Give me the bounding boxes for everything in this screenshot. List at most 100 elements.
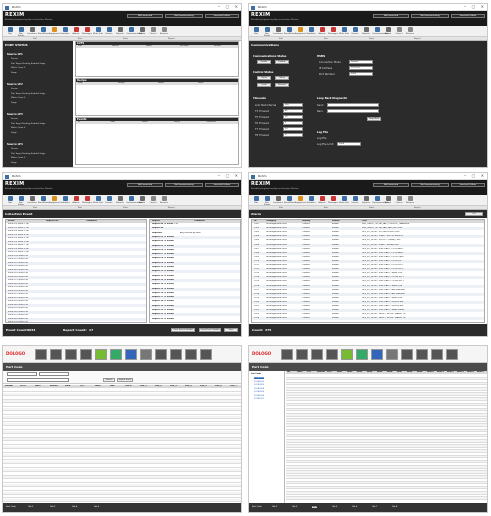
column-header[interactable]: BIN10	[427, 371, 434, 374]
report-row[interactable]: Report 03 (1 Event)	[150, 235, 240, 239]
column-header[interactable]: BIN9	[417, 371, 422, 374]
alarm-row[interactable]: 1001 Uncategorized/Other Cleared Enable PRE_…	[252, 223, 484, 226]
toolbar-communications-button[interactable]: Communications	[126, 27, 143, 36]
report-row[interactable]: Report 12 (1 Event)	[150, 274, 240, 278]
conn-mode-field[interactable]: Passive	[349, 60, 373, 64]
toolbar-locations-button[interactable]: Locations	[273, 27, 283, 36]
toolbar-alarms-button[interactable]: Alarms	[317, 27, 327, 36]
report-row[interactable]: Report 22 (1 Event)	[150, 317, 240, 321]
table-row[interactable]	[3, 430, 241, 434]
toolbar-icon[interactable]	[446, 349, 458, 360]
toolbar-slot-button[interactable]: Slot	[5, 27, 15, 36]
table-row[interactable]	[3, 427, 241, 430]
toolbar-icon[interactable]	[140, 349, 152, 360]
timeout-field[interactable]: 10	[283, 115, 303, 119]
table-row[interactable]	[3, 404, 241, 408]
toolbar-reports-button[interactable]: Reports	[361, 196, 371, 205]
column-header[interactable]: BIN4	[367, 371, 372, 374]
toolbar-run-status-button[interactable]: Run Status	[16, 27, 26, 37]
local-button[interactable]: Local	[257, 83, 271, 87]
alarm-row[interactable]: 1007 Uncategorized/Other Cleared Enable UPS_…	[252, 247, 484, 251]
filter-field-2[interactable]	[39, 372, 69, 376]
toolbar-write-info-button[interactable]: Write Info	[339, 196, 349, 205]
alarm-row[interactable]: 1022 Uncategorized/Other Cleared Enable UPS_…	[252, 309, 484, 313]
report-row[interactable]: Report 14 (1 Event)	[150, 283, 240, 287]
toolbar-remove-button[interactable]: Remove	[405, 27, 415, 36]
report-row[interactable]: Report 20 (1 Event)	[150, 309, 240, 312]
toolbar-icon[interactable]	[326, 349, 338, 360]
alarm-row[interactable]: 1012 Uncategorized/Other Cleared Enable UPS_…	[252, 268, 484, 272]
table-row[interactable]	[3, 480, 241, 484]
column-header[interactable]: PM Data	[180, 45, 188, 48]
column-header[interactable]: SITE	[327, 371, 332, 374]
offline-button[interactable]: Offline	[275, 76, 289, 80]
tree-panel[interactable]: Lot Code 20180101 20180102 20180103 20180104…	[249, 371, 285, 503]
ip-field[interactable]: 127.0.0.1	[349, 66, 373, 70]
alarm-row[interactable]: 1014 Uncategorized/Other Cleared Enable UPS_…	[252, 276, 484, 280]
toolbar-runs-dates-button[interactable]: Runs/Dates	[38, 27, 49, 36]
table-row[interactable]	[3, 495, 241, 499]
column-header[interactable]: BIN2	[347, 371, 352, 374]
bottom-tab[interactable]: Tab 3	[292, 506, 297, 508]
column-header[interactable]: PRE_3	[170, 385, 177, 388]
bottom-tab[interactable]: Tab 6	[352, 506, 357, 508]
column-header[interactable]: PRE_2	[155, 385, 162, 388]
window-controls[interactable]: ‒ ▢ ✕	[218, 4, 240, 10]
send-field[interactable]	[327, 103, 379, 107]
table-row[interactable]	[3, 468, 241, 472]
bottom-tab[interactable]: Tab 2	[28, 506, 33, 508]
report-row[interactable]: Report 08 (1 Event)	[150, 257, 240, 261]
column-header[interactable]: BIN15	[477, 371, 484, 374]
toolbar-alarms-button[interactable]: Alarms	[71, 196, 81, 205]
table-row[interactable]	[3, 499, 241, 503]
table-row[interactable]	[3, 453, 241, 457]
tree-item[interactable]: 20180104	[254, 388, 264, 390]
bottom-tab[interactable]: Tab 5	[332, 506, 337, 508]
alarm-row[interactable]: 1011 Uncategorized/Other Cleared Enable UPS_…	[252, 264, 484, 267]
toolbar-icon[interactable]	[371, 349, 383, 360]
toolbar-messages-button[interactable]: Messages	[82, 27, 92, 36]
toolbar-locations-button[interactable]: Locations	[273, 196, 283, 205]
alarm-row[interactable]: 1023 Uncategorized/Other Cleared Enable UPS_…	[252, 313, 484, 317]
column-header[interactable]: WAFER	[50, 385, 58, 388]
toolbar-write-info-button[interactable]: Write Info	[93, 27, 103, 36]
toolbar-slot-button[interactable]: Slot	[251, 27, 261, 36]
alarm-row[interactable]: 1016 Uncategorized/Other Cleared Enable UPS_…	[252, 284, 484, 288]
toolbar-locations-button[interactable]: Locations	[27, 196, 37, 205]
recv-field[interactable]	[327, 109, 379, 113]
column-header[interactable]: LOT	[307, 371, 311, 374]
toolbar-icon[interactable]	[110, 349, 122, 360]
alarm-row[interactable]: 1005 Uncategorized/Other Cleared Enable UPS_…	[252, 239, 484, 243]
toolbar-communications-button[interactable]: Communications	[372, 27, 389, 36]
alarm-row[interactable]: 1004 Uncategorized/Other Cleared Enable UPS_…	[252, 235, 484, 239]
column-header[interactable]: Entity	[174, 121, 180, 124]
toolbar-icon[interactable]	[311, 349, 323, 360]
report-row[interactable]: Report 09 (1 Event)	[150, 261, 240, 265]
tree-item[interactable]: 20180106	[254, 395, 264, 397]
ctrl-button[interactable]: Ctrl	[465, 212, 483, 216]
table-row[interactable]	[3, 438, 241, 442]
tree-root[interactable]: Lot Code	[251, 373, 261, 375]
column-header[interactable]: No	[287, 371, 290, 374]
toolbar-admin-button[interactable]: Admin	[383, 196, 393, 205]
toolbar-messages-button[interactable]: Messages	[328, 196, 338, 205]
tree-item[interactable]: 20180103	[254, 384, 264, 386]
bottom-tab[interactable]: Tab 3	[50, 506, 55, 508]
toolbar-slot-button[interactable]: Slot	[251, 196, 261, 205]
column-header[interactable]: DATE	[297, 371, 303, 374]
toolbar-runs-dates-button[interactable]: Runs/Dates	[284, 27, 295, 36]
toolbar-icon[interactable]	[125, 349, 137, 360]
toolbar-icon[interactable]	[50, 349, 62, 360]
alarm-row[interactable]: 1021 Uncategorized/Other Cleared Enable UPS_…	[252, 305, 484, 308]
bottom-tab[interactable]: Tab 7	[372, 506, 377, 508]
toolbar-icon[interactable]	[341, 349, 353, 360]
column-header[interactable]: Comment	[206, 121, 216, 124]
column-header[interactable]: DATE	[35, 385, 41, 388]
toolbar-icon[interactable]	[281, 349, 293, 360]
toolbar-variables-button[interactable]: Variables	[306, 27, 316, 36]
loopback-button[interactable]: Loop Back	[367, 117, 381, 121]
toolbar-equipment-button[interactable]: Equipment	[295, 196, 306, 205]
table-row[interactable]	[3, 408, 241, 411]
bottom-tab[interactable]: Tab 2	[272, 506, 277, 508]
toolbar-equipment-button[interactable]: Equipment	[49, 27, 60, 36]
